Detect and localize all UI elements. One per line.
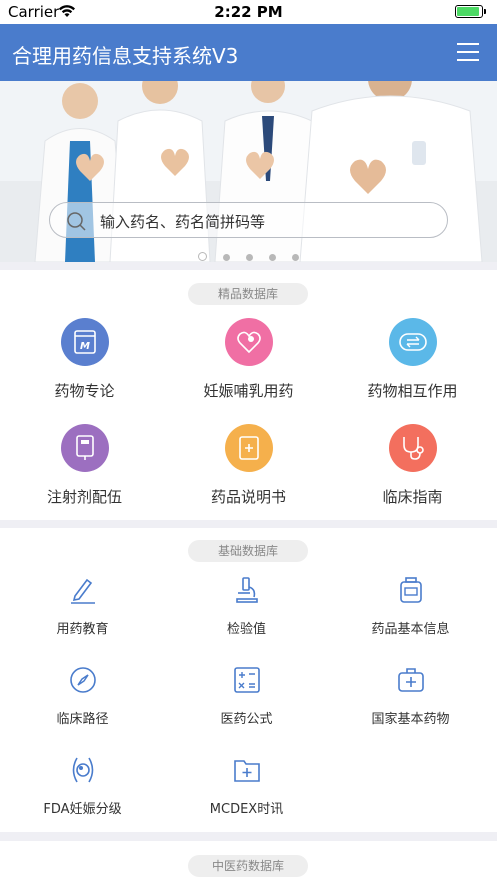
- section-label-tcm: 中医药数据库: [188, 855, 308, 877]
- grid-item-fda-pregnancy[interactable]: FDA妊娠分级: [0, 752, 165, 817]
- search-icon: [66, 211, 86, 235]
- grid-item-mcdex-news[interactable]: MCDEX时讯: [164, 752, 329, 817]
- banner-carousel[interactable]: 输入药名、药名简拼码等: [0, 81, 497, 262]
- pregnancy-icon: [224, 318, 273, 366]
- carousel-dot[interactable]: [246, 254, 253, 261]
- svg-text:M: M: [80, 341, 90, 352]
- grid-item-label: 临床路径: [56, 712, 109, 727]
- menu-icon[interactable]: [457, 43, 479, 61]
- grid-item-essential-drugs[interactable]: 国家基本药物: [328, 662, 493, 727]
- carousel-dot[interactable]: [198, 252, 207, 261]
- grid-item-drug-education[interactable]: 用药教育: [0, 572, 165, 637]
- grid-item-monograph[interactable]: M 药物专论: [2, 318, 167, 401]
- grid-item-label: MCDEX时讯: [209, 802, 284, 817]
- manual-icon: [224, 424, 273, 472]
- grid-item-label: 国家基本药物: [371, 712, 450, 727]
- grid-item-label: 注射剂配伍: [46, 488, 122, 506]
- carousel-dot[interactable]: [223, 254, 230, 261]
- grid-item-drug-info[interactable]: 药品基本信息: [328, 572, 493, 637]
- grid-item-label: FDA妊娠分级: [43, 802, 122, 817]
- basic-database-section: 基础数据库 用药教育 检验值 药品基本信息 临床路径 医药公式 国家基本药物 F…: [0, 528, 497, 832]
- interaction-icon: [388, 318, 437, 366]
- medicine-bottle-icon: [393, 572, 429, 608]
- monograph-icon: M: [60, 318, 109, 366]
- grid-item-label: 医药公式: [220, 712, 273, 727]
- grid-item-label: 用药教育: [56, 622, 109, 637]
- compass-icon: [65, 662, 101, 698]
- grid-item-label: 药物相互作用: [367, 382, 458, 400]
- fetus-icon: [65, 752, 101, 788]
- grid-item-interaction[interactable]: 药物相互作用: [330, 318, 495, 401]
- premium-database-section: 精品数据库 M 药物专论 妊娠哺乳用药 药物相互作用 注射剂配伍 药品说明书 临: [0, 270, 497, 520]
- battery-icon: [455, 5, 486, 18]
- search-placeholder: 输入药名、药名简拼码等: [100, 213, 266, 231]
- microscope-icon: [229, 572, 265, 608]
- grid-item-manual[interactable]: 药品说明书: [166, 424, 331, 507]
- formula-icon: [229, 662, 265, 698]
- carousel-dot[interactable]: [269, 254, 276, 261]
- grid-item-label: 临床指南: [382, 488, 443, 506]
- pen-icon: [65, 572, 101, 608]
- grid-item-formula[interactable]: 医药公式: [164, 662, 329, 727]
- nav-bar: 合理用药信息支持系统V3: [0, 24, 497, 81]
- grid-item-label: 药品说明书: [210, 488, 286, 506]
- grid-item-label: 妊娠哺乳用药: [203, 382, 294, 400]
- medkit-icon: [393, 662, 429, 698]
- grid-item-guideline[interactable]: 临床指南: [330, 424, 495, 507]
- carousel-dots[interactable]: [0, 246, 497, 262]
- grid-item-label: 检验值: [226, 622, 266, 637]
- search-input[interactable]: 输入药名、药名简拼码等: [49, 202, 448, 238]
- carousel-dot[interactable]: [292, 254, 299, 261]
- tcm-database-section: 中医药数据库: [0, 841, 497, 883]
- section-label-basic: 基础数据库: [188, 540, 308, 562]
- grid-item-clinical-path[interactable]: 临床路径: [0, 662, 165, 727]
- app-title: 合理用药信息支持系统V3: [12, 44, 239, 68]
- news-folder-icon: [229, 752, 265, 788]
- stethoscope-icon: [388, 424, 437, 472]
- injection-icon: [60, 424, 109, 472]
- section-label-premium: 精品数据库: [188, 283, 308, 305]
- clock: 2:22 PM: [214, 3, 283, 21]
- grid-item-lab-values[interactable]: 检验值: [164, 572, 329, 637]
- grid-item-pregnancy[interactable]: 妊娠哺乳用药: [166, 318, 331, 401]
- grid-item-label: 药品基本信息: [371, 622, 450, 637]
- status-bar: Carrier 2:22 PM: [0, 0, 497, 24]
- grid-item-label: 药物专论: [54, 382, 115, 400]
- grid-item-injection[interactable]: 注射剂配伍: [2, 424, 167, 507]
